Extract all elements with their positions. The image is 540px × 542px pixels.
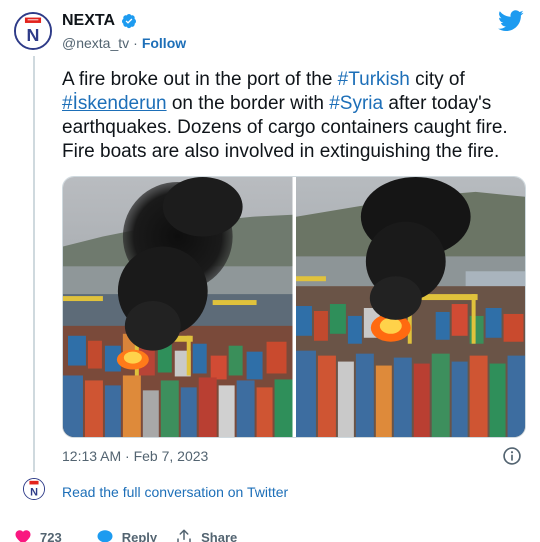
port-fire-photo-left[interactable] (63, 177, 293, 437)
name-row: NEXTA (62, 12, 137, 30)
action-bar: 723 Reply Share (14, 528, 237, 542)
hashtag-turkish[interactable]: #Turkish (338, 69, 410, 90)
like-count: 723 (40, 529, 62, 542)
tweet-text-segment: on the border with (166, 93, 330, 114)
share-label: Share (201, 529, 238, 542)
display-name[interactable]: NEXTA (62, 12, 115, 30)
tweet-text: A fire broke out in the port of the #Tur… (62, 68, 532, 164)
info-icon[interactable] (502, 446, 522, 466)
heart-icon (15, 530, 31, 542)
nexta-logo-small-icon: N (24, 479, 44, 499)
handle[interactable]: @nexta_tv (62, 35, 129, 51)
hashtag-iskenderun[interactable]: #İskenderun (62, 93, 167, 114)
like-button[interactable]: 723 (14, 528, 62, 542)
media-grid[interactable] (62, 176, 526, 438)
small-avatar[interactable]: N (23, 478, 45, 500)
handle-row: @nexta_tv · Follow (62, 35, 186, 51)
reply-button[interactable]: Reply (96, 528, 157, 542)
read-full-conversation-link[interactable]: Read the full conversation on Twitter (62, 484, 288, 500)
separator-dot: · (133, 35, 138, 51)
share-icon (177, 529, 191, 542)
nexta-avatar[interactable]: N (14, 12, 52, 50)
twitter-bird-icon[interactable] (498, 10, 524, 32)
logo-letter: N (27, 25, 40, 45)
reply-label: Reply (121, 529, 158, 542)
thread-line (33, 56, 35, 472)
follow-link[interactable]: Follow (142, 35, 186, 51)
hashtag-syria[interactable]: #Syria (329, 93, 383, 114)
verified-badge-icon (122, 14, 137, 29)
reply-bubble-icon (97, 530, 113, 542)
share-button[interactable]: Share (175, 528, 237, 542)
small-logo-letter: N (30, 486, 38, 498)
tweet-text-segment: city of (409, 69, 465, 90)
port-fire-photo-right[interactable] (295, 177, 526, 437)
tweet-timestamp[interactable]: 12:13 AM · Feb 7, 2023 (62, 448, 208, 464)
tweet-text-segment: A fire broke out in the port of the (62, 69, 338, 90)
embedded-tweet-card: N NEXTA @nexta_tv · Follow A fire broke … (0, 0, 540, 542)
nexta-logo-icon: N (16, 14, 50, 48)
